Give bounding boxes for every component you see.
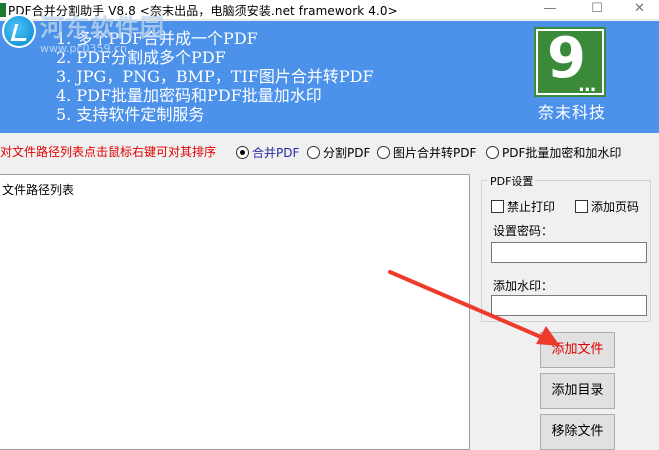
annotation-arrow	[388, 270, 560, 346]
